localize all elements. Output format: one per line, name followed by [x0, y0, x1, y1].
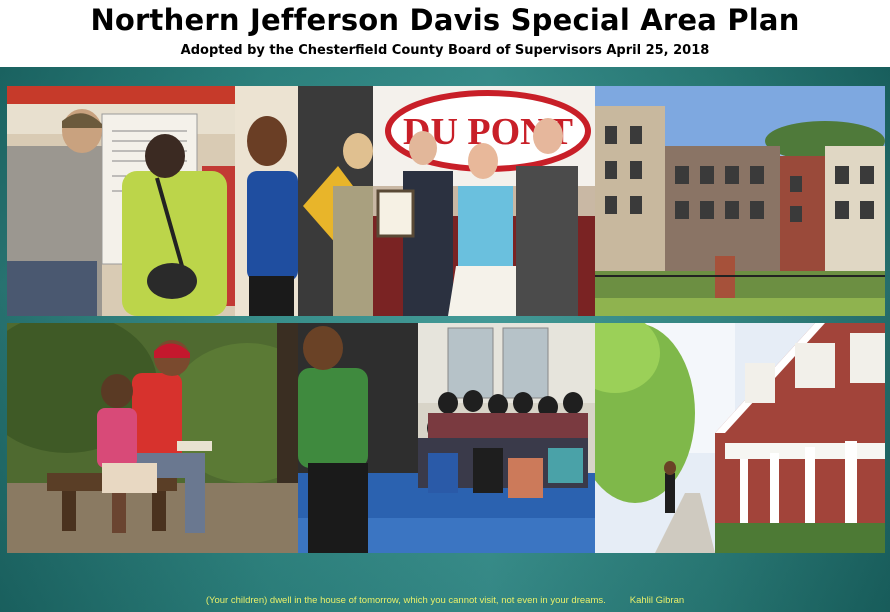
- page-subtitle: Adopted by the Chesterfield County Board…: [180, 43, 710, 58]
- townhouses-street-photo: [595, 323, 885, 553]
- dupont-award-photo: DU PONT: [298, 86, 595, 316]
- header: Northern Jefferson Davis Special Area Pl…: [0, 0, 890, 67]
- quote-author: Kahlil Gibran: [629, 595, 685, 606]
- footer-quote: (Your children) dwell in the house of to…: [0, 595, 890, 606]
- apartment-buildings-photo: [595, 86, 885, 316]
- page-title: Northern Jefferson Davis Special Area Pl…: [90, 3, 800, 37]
- children-classroom-photo: [298, 323, 595, 553]
- father-child-reading-photo: [7, 323, 298, 553]
- quote-text: (Your children) dwell in the house of to…: [205, 595, 606, 606]
- community-meeting-photo: [7, 86, 298, 316]
